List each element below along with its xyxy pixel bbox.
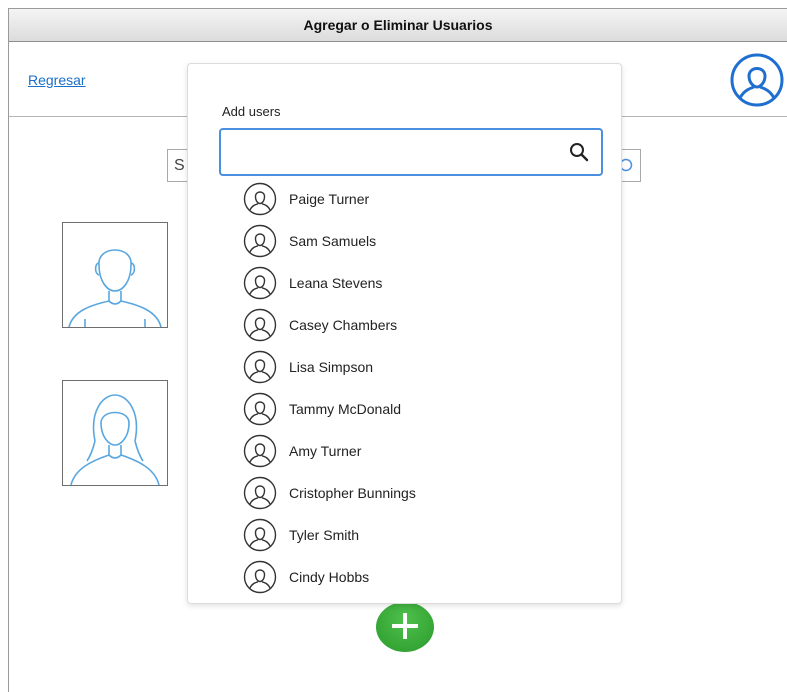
- user-list-item[interactable]: Leana Stevens: [243, 262, 603, 304]
- add-user-button[interactable]: [376, 602, 434, 652]
- user-circle-icon: [243, 224, 277, 258]
- user-search-field[interactable]: [219, 128, 603, 176]
- add-users-dialog: Add users Paige Turner Sam Samuels Leana…: [187, 63, 622, 604]
- user-name: Casey Chambers: [289, 317, 398, 333]
- user-list-item[interactable]: Tyler Smith: [243, 514, 603, 556]
- user-list-item[interactable]: Sam Samuels: [243, 220, 603, 262]
- user-circle-icon: [243, 434, 277, 468]
- user-list-item[interactable]: Cristopher Bunnings: [243, 472, 603, 514]
- user-circle-icon: [243, 476, 277, 510]
- user-name: Cristopher Bunnings: [289, 485, 416, 501]
- user-name: Amy Turner: [289, 443, 362, 459]
- female-avatar-icon: [70, 394, 160, 485]
- user-avatar-card[interactable]: [62, 380, 168, 486]
- background-search-value: S: [174, 157, 185, 174]
- user-circle-icon: [243, 392, 277, 426]
- user-circle-icon: [243, 308, 277, 342]
- user-circle-icon: [243, 518, 277, 552]
- user-list-item[interactable]: Casey Chambers: [243, 304, 603, 346]
- user-list-item[interactable]: Tammy McDonald: [243, 388, 603, 430]
- dialog-title: Add users: [222, 104, 281, 119]
- male-avatar-icon: [68, 249, 162, 327]
- user-list-item[interactable]: Paige Turner: [243, 178, 603, 220]
- user-list-item[interactable]: Cindy Hobbs: [243, 556, 603, 598]
- user-name: Tammy McDonald: [289, 401, 402, 417]
- user-list-item[interactable]: Amy Turner: [243, 430, 603, 472]
- user-search-input[interactable]: [229, 138, 553, 168]
- user-name: Tyler Smith: [289, 527, 360, 543]
- user-avatar-card[interactable]: [62, 222, 168, 328]
- user-name: Leana Stevens: [289, 275, 383, 291]
- user-circle-icon: [243, 266, 277, 300]
- user-circle-icon: [243, 560, 277, 594]
- user-account-icon[interactable]: [729, 52, 785, 108]
- user-circle-icon: [243, 182, 277, 216]
- user-list-item[interactable]: Lisa Simpson: [243, 346, 603, 388]
- window-title: Agregar o Eliminar Usuarios: [9, 9, 787, 42]
- search-icon[interactable]: [569, 142, 589, 162]
- user-name: Cindy Hobbs: [289, 569, 370, 585]
- user-name: Lisa Simpson: [289, 359, 374, 375]
- user-name: Sam Samuels: [289, 233, 377, 249]
- user-list: Paige Turner Sam Samuels Leana Stevens C…: [243, 178, 603, 598]
- back-link[interactable]: Regresar: [28, 72, 86, 88]
- user-name: Paige Turner: [289, 191, 370, 207]
- user-circle-icon: [243, 350, 277, 384]
